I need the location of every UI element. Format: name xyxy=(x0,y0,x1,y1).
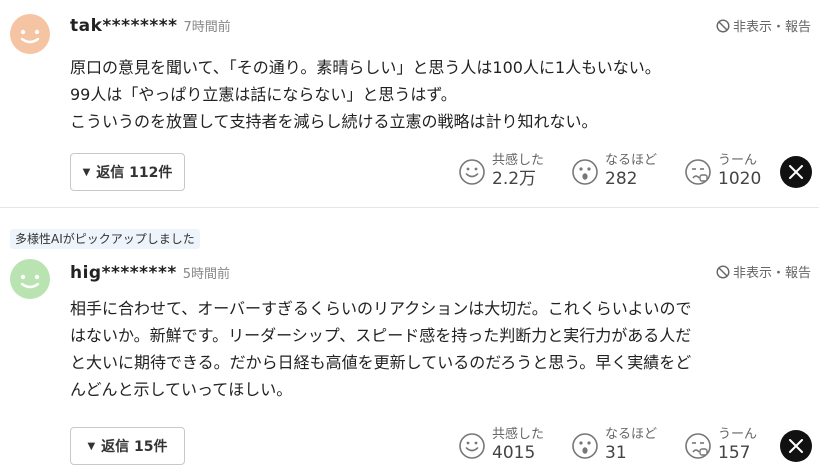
timestamp: 5時間前 xyxy=(182,267,231,282)
reply-button[interactable]: ▼ 返信 112件 xyxy=(70,153,185,191)
reaction-label: 共感した xyxy=(492,427,545,442)
reply-label: 返信 15件 xyxy=(101,439,168,455)
share-x-button[interactable] xyxy=(780,156,812,188)
comment-body: 原口の意見を聞いて、「その通り。素晴らしい」と思う人は100人に1人もいない。 … xyxy=(70,54,800,135)
block-icon xyxy=(716,18,730,33)
avatar xyxy=(10,14,50,54)
reply-label: 返信 112件 xyxy=(96,165,173,181)
reaction-uun-button[interactable]: うーん 157 xyxy=(684,427,757,464)
surprised-face-icon xyxy=(572,158,598,185)
triangle-down-icon: ▼ xyxy=(82,166,91,178)
reaction-label: うーん xyxy=(718,153,758,168)
reaction-count: 1020 xyxy=(718,169,762,189)
reaction-naruhodo-button[interactable]: なるほど 282 xyxy=(571,153,657,190)
block-icon xyxy=(716,264,730,279)
share-x-button[interactable] xyxy=(780,430,812,462)
comment-divider xyxy=(0,207,819,208)
comment-line: はないか。新鮮です。リーダーシップ、スピード感を持った判断力と実行力がある人だ xyxy=(70,326,692,345)
x-logo-icon xyxy=(789,439,803,453)
reaction-label: 共感した xyxy=(492,153,545,168)
reaction-label: うーん xyxy=(718,427,758,442)
comment-line: んどんと示していってほしい。 xyxy=(70,380,293,399)
hide-report-link[interactable]: 非表示・報告 xyxy=(716,16,811,35)
reaction-empathy-button[interactable]: 共感した 4015 xyxy=(458,427,544,464)
smile-face-icon xyxy=(459,432,485,459)
comment-card: hig******** 5時間前 非表示・報告 相手に合わせて、オーバーすぎるくら… xyxy=(0,225,819,467)
reaction-label: なるほど xyxy=(605,427,658,442)
reaction-empathy-button[interactable]: 共感した 2.2万 xyxy=(458,153,544,190)
reaction-label: なるほど xyxy=(605,153,658,168)
reaction-count: 2.2万 xyxy=(492,169,537,189)
comment-card: tak******** 7時間前 非表示・報告 原口の意見を聞いて、「その通り。素… xyxy=(0,0,819,205)
smile-face-icon xyxy=(459,158,485,185)
comment-body: 相手に合わせて、オーバーすぎるくらいのリアクションは大切だ。これくらいよいので … xyxy=(70,295,800,403)
hide-report-link[interactable]: 非表示・報告 xyxy=(716,262,811,281)
username[interactable]: hig******** 5時間前 xyxy=(70,263,230,283)
comment-line: こういうのを放置して支持者を減らし続ける立憲の戦略は計り知れない。 xyxy=(70,112,598,131)
hide-report-label: 非表示・報告 xyxy=(732,20,811,35)
comment-line: 相手に合わせて、オーバーすぎるくらいのリアクションは大切だ。これくらいよいので xyxy=(70,299,692,318)
avatar xyxy=(10,259,50,299)
thinking-face-icon xyxy=(685,432,711,459)
triangle-down-icon: ▼ xyxy=(87,440,96,452)
reaction-count: 4015 xyxy=(492,443,536,463)
timestamp: 7時間前 xyxy=(183,20,231,35)
reaction-uun-button[interactable]: うーん 1020 xyxy=(684,153,761,190)
surprised-face-icon xyxy=(572,432,598,459)
hide-report-label: 非表示・報告 xyxy=(732,266,811,281)
username[interactable]: tak******** 7時間前 xyxy=(70,16,231,36)
reaction-count: 282 xyxy=(605,169,638,189)
reaction-count: 157 xyxy=(718,443,751,463)
comment-line: と大いに期待できる。だから日経も高値を更新しているのだろうと思う。早く実績をど xyxy=(70,353,692,372)
thinking-face-icon xyxy=(685,158,711,185)
reaction-naruhodo-button[interactable]: なるほど 31 xyxy=(571,427,657,464)
reaction-count: 31 xyxy=(605,443,627,463)
comment-line: 原口の意見を聞いて、「その通り。素晴らしい」と思う人は100人に1人もいない。 xyxy=(70,58,661,77)
reply-button[interactable]: ▼ 返信 15件 xyxy=(70,427,185,465)
comment-line: 99人は「やっぱり立憲は話にならない」と思うはず。 xyxy=(70,85,457,104)
x-logo-icon xyxy=(789,165,803,179)
